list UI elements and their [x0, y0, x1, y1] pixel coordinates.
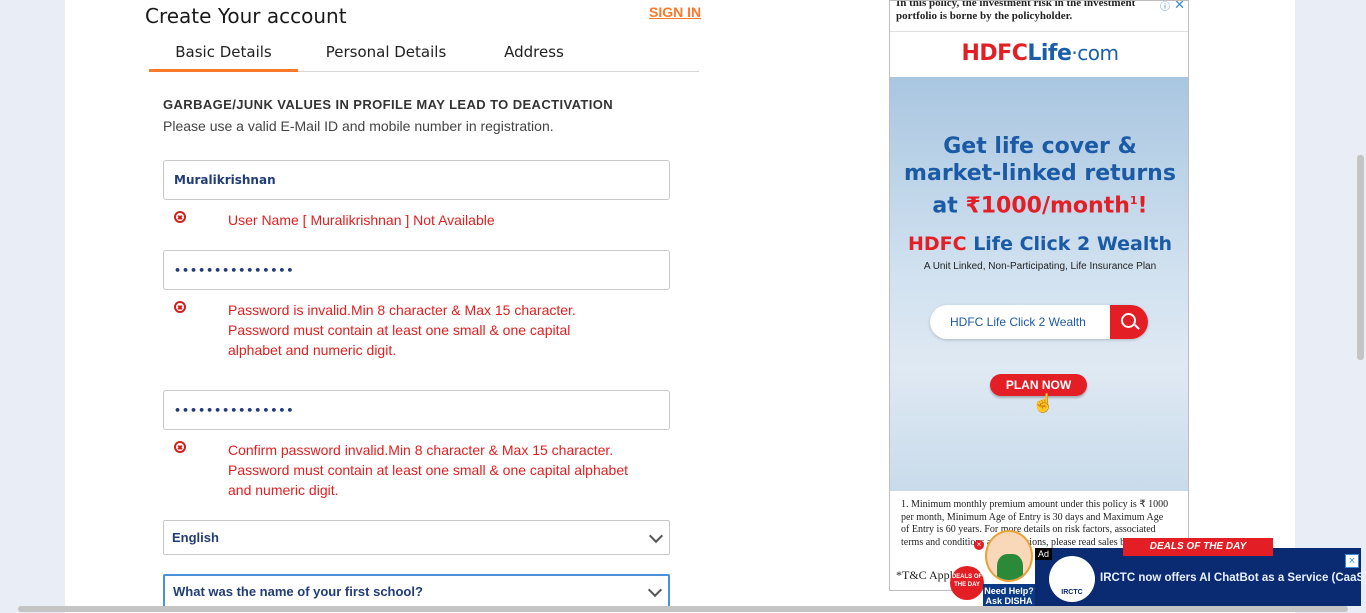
- chevron-down-icon: [647, 582, 663, 597]
- disha-avatar[interactable]: [985, 530, 1033, 582]
- error-icon: [174, 441, 186, 453]
- ad-close-icon[interactable]: ✕: [1174, 1, 1185, 13]
- confirm-password-error: Confirm password invalid.Min 8 character…: [228, 442, 629, 498]
- ad-product-subtitle: A Unit Linked, Non-Participating, Life I…: [923, 261, 1157, 272]
- deals-banner: DEALS OF THE DAY: [1123, 538, 1273, 556]
- registration-tabs: Basic Details Personal Details Address: [149, 36, 699, 72]
- error-icon: [174, 211, 186, 223]
- deactivation-warning: GARBAGE/JUNK VALUES IN PROFILE MAY LEAD …: [163, 97, 614, 112]
- hand-cursor-icon: ☝: [1032, 393, 1055, 413]
- tab-address[interactable]: Address: [479, 36, 589, 72]
- disha-chat-widget[interactable]: DEALS OF THE DAY × Need Help? Ask DISHA: [950, 530, 1035, 608]
- close-icon[interactable]: ×: [1345, 554, 1359, 568]
- vertical-scrollbar[interactable]: [1357, 155, 1364, 360]
- ad-search-box[interactable]: HDFC Life Click 2 Wealth: [930, 305, 1148, 339]
- chevron-down-icon: [648, 528, 664, 543]
- language-select-value: English: [172, 530, 219, 545]
- irctc-ad-text: IRCTC now offers AI ChatBot as a Service…: [1100, 572, 1366, 584]
- ad-risk-text: In this policy, the investment risk in t…: [896, 0, 1136, 22]
- disha-label[interactable]: Need Help? Ask DISHA: [983, 584, 1035, 608]
- ad-label: Ad: [1035, 548, 1053, 560]
- password-input[interactable]: •••••••••••••••: [163, 250, 670, 290]
- horizontal-scrollbar[interactable]: [18, 606, 1348, 612]
- irctc-logo: IRCTC: [1049, 556, 1095, 602]
- ad-divider: [890, 31, 1188, 32]
- language-select[interactable]: English: [163, 520, 670, 555]
- hdfc-life-logo: HDFCLife·com: [961, 41, 1120, 66]
- sign-in-link[interactable]: SIGN IN: [649, 4, 701, 20]
- username-error: User Name [ Muralikrishnan ] Not Availab…: [228, 212, 495, 228]
- ad-hero-banner[interactable]: Get life cover & market-linked returns a…: [890, 77, 1188, 491]
- password-error: Password is invalid.Min 8 character & Ma…: [228, 302, 576, 358]
- security-question-select[interactable]: What was the name of your first school?: [163, 574, 670, 609]
- username-input[interactable]: Muralikrishnan: [163, 160, 670, 200]
- ad-product-name: HDFC Life Click 2 Wealth: [907, 233, 1173, 255]
- security-question-value: What was the name of your first school?: [173, 584, 423, 599]
- registration-note: Please use a valid E-Mail ID and mobile …: [163, 118, 554, 134]
- irctc-chatbot-ad[interactable]: Ad DEALS OF THE DAY IRCTC IRCTC now offe…: [1035, 538, 1366, 606]
- ad-headline: Get life cover & market-linked returns a…: [904, 134, 1176, 219]
- search-icon[interactable]: [1110, 305, 1148, 339]
- close-icon[interactable]: ×: [974, 540, 984, 550]
- hdfc-life-ad[interactable]: In this policy, the investment risk in t…: [889, 0, 1189, 591]
- tab-personal-details[interactable]: Personal Details: [311, 36, 461, 72]
- deals-badge[interactable]: DEALS OF THE DAY: [950, 566, 984, 600]
- tab-basic-details[interactable]: Basic Details: [149, 36, 298, 72]
- error-icon: [174, 301, 186, 313]
- confirm-password-input[interactable]: •••••••••••••••: [163, 390, 670, 430]
- ad-info-icon[interactable]: ⓘ: [1160, 1, 1170, 13]
- page-title: Create Your account: [145, 4, 347, 28]
